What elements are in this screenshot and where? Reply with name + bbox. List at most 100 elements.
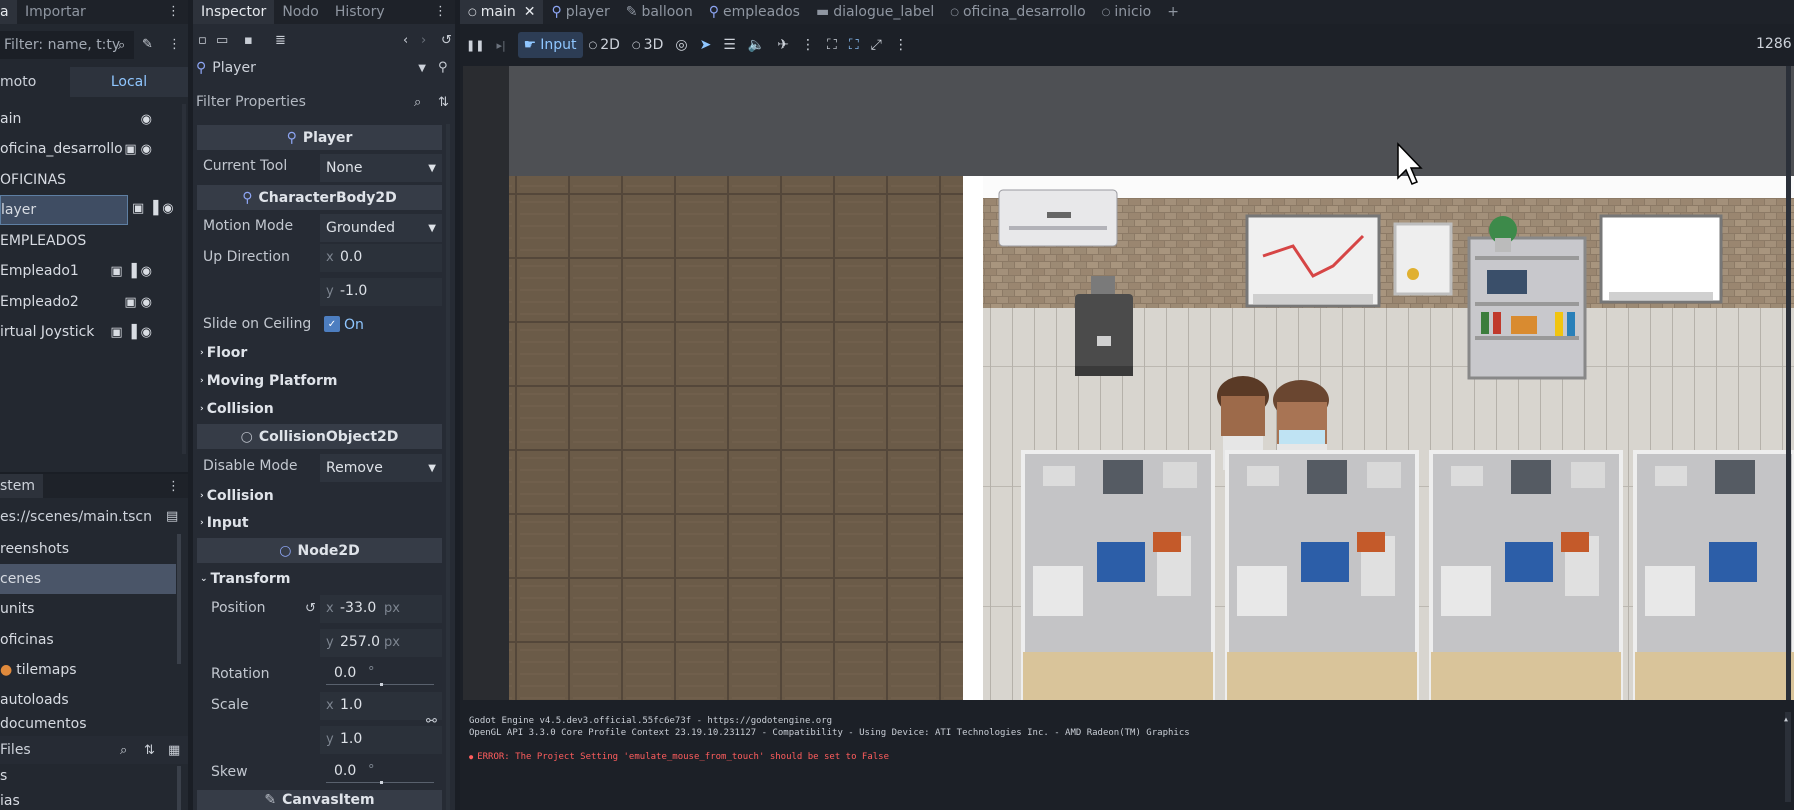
history-list-icon[interactable]: ↺ [441, 33, 452, 48]
visibility-eye-icon[interactable]: ◉ [141, 295, 152, 310]
visibility-eye-icon[interactable]: ◉ [141, 325, 152, 340]
local-tab-button[interactable]: Local [70, 67, 188, 97]
section-characterbody2d[interactable]: ⚲ CharacterBody2D [197, 185, 442, 210]
filter-properties-input[interactable]: Filter Properties [196, 94, 306, 110]
close-icon[interactable]: ✕ [524, 4, 536, 20]
input-toggle-button[interactable]: ☛ Input [517, 32, 583, 58]
position-x-field[interactable] [320, 595, 442, 623]
output-scrollbar[interactable] [1785, 712, 1791, 802]
select-tool-icon[interactable]: ➤ [694, 32, 718, 58]
slide-on-ceiling-checkbox[interactable]: ✓ [324, 316, 340, 332]
list-select-icon[interactable]: ☰ [717, 32, 742, 58]
rotation-slider-grabber[interactable] [380, 683, 383, 686]
scale-y-field[interactable] [320, 726, 442, 754]
scroll-up-icon[interactable]: ▴ [1783, 714, 1789, 725]
node-selector[interactable]: ⚲ Player ▼ [196, 55, 432, 81]
group-transform[interactable]: ⌄ Transform [197, 566, 442, 592]
clapper-icon[interactable]: ▣ [110, 325, 122, 340]
game-viewport[interactable] [463, 66, 1794, 700]
scene-filter-field[interactable]: Filter: name, t:ty [0, 31, 134, 59]
rotation-slider[interactable]: 0.0 ° [326, 665, 434, 689]
clapper-icon[interactable]: ▣ [132, 201, 144, 216]
audio-mute-icon[interactable]: 🔈 [742, 32, 771, 58]
search-icon[interactable]: ⌕ [120, 743, 127, 758]
tab-inspector[interactable]: Inspector [193, 0, 275, 24]
fullscreen-icon[interactable]: ⤢ [865, 32, 888, 58]
fs-item[interactable]: reenshots [0, 534, 188, 564]
section-player[interactable]: ⚲ Player [197, 125, 442, 150]
tree-node-virtual-joystick[interactable]: irtual Joystick ▣ ▐ ◉ [0, 317, 188, 347]
visibility-eye-icon[interactable]: ◉ [141, 264, 152, 279]
filter-properties-field[interactable]: Filter Properties [196, 89, 428, 115]
position-y-field[interactable] [320, 629, 442, 657]
script-icon[interactable]: ▐ [127, 325, 137, 340]
scene-tab-main[interactable]: ○ main ✕ [460, 0, 544, 24]
tab-nodo[interactable]: Nodo [274, 0, 327, 24]
visibility-eye-icon[interactable]: ◉ [141, 142, 152, 157]
section-canvasitem[interactable]: ✎ CanvasItem [197, 790, 442, 810]
skew-slider[interactable]: 0.0 ° [326, 763, 434, 787]
position-y-value[interactable]: 257.0 [340, 634, 380, 650]
save-resource-icon[interactable]: ▪ [244, 33, 253, 48]
history-back-icon[interactable]: ‹ [403, 33, 408, 48]
inspector-scrollbar[interactable] [446, 124, 450, 810]
files-scrollbar[interactable] [177, 766, 181, 810]
scene-tab-inicio[interactable]: ○ inicio [1094, 0, 1160, 24]
history-forward-icon[interactable]: › [421, 33, 426, 48]
tree-node-empleado2[interactable]: Empleado2 ▣ ◉ [0, 287, 188, 317]
revert-icon[interactable]: ↺ [305, 601, 316, 616]
script-filter-icon[interactable]: ✎ [142, 37, 153, 52]
fs-bottom-item[interactable]: s [0, 764, 188, 788]
3d-button[interactable]: ○ 3D [626, 32, 669, 58]
current-tool-dropdown[interactable]: None ▼ [320, 154, 442, 182]
clapper-icon[interactable]: ▣ [124, 142, 136, 157]
group-collision[interactable]: › Collision [197, 483, 442, 509]
scene-tab-dialogue-label[interactable]: ▬ dialogue_label [808, 0, 942, 24]
fs-item[interactable]: autoloads [0, 685, 188, 715]
motion-mode-dropdown[interactable]: Grounded ▼ [320, 214, 442, 242]
pause-icon[interactable]: ❚❚ [460, 32, 490, 58]
new-resource-icon[interactable]: ▫ [198, 33, 207, 48]
scene-filter-input[interactable]: Filter: name, t:ty [4, 37, 120, 53]
property-options-icon[interactable]: ⇅ [438, 95, 449, 110]
fs-item[interactable]: units [0, 594, 188, 624]
fs-path-field[interactable]: es://scenes/main.tscn [0, 504, 162, 530]
disable-mode-dropdown[interactable]: Remove ▼ [320, 454, 442, 482]
tree-node-main[interactable]: ain ◉ [0, 104, 188, 134]
group-moving-platform[interactable]: › Moving Platform [197, 368, 442, 394]
up-direction-y-field[interactable] [320, 278, 442, 306]
fit-icon[interactable]: ⛶ [843, 32, 865, 58]
options-menu-icon[interactable]: ⋮ [888, 32, 914, 58]
scene-tab-empleados[interactable]: ⚲ empleados [701, 0, 808, 24]
resource-menu-icon[interactable]: ≣ [275, 33, 286, 48]
more-menu-icon[interactable]: ⋮ [795, 32, 821, 58]
fs-item[interactable]: documentos [0, 714, 188, 734]
up-direction-x-value[interactable]: 0.0 [340, 249, 362, 265]
section-node2d[interactable]: ○ Node2D [197, 538, 442, 563]
camera-override-icon[interactable]: ◎ [669, 32, 693, 58]
scene-tab-oficina-desarrollo[interactable]: ○ oficina_desarrollo [942, 0, 1093, 24]
scene-tab-balloon[interactable]: ✎ balloon [618, 0, 701, 24]
position-x-value[interactable]: -33.0 [340, 600, 376, 616]
tree-node-oficina-desarrollo[interactable]: oficina_desarrollo ▣ ◉ [0, 134, 188, 164]
clapper-icon[interactable]: ▣ [124, 295, 136, 310]
up-direction-x-field[interactable] [320, 244, 442, 272]
fs-menu-icon[interactable]: ⋮ [167, 479, 180, 494]
fs-item[interactable]: cenes [0, 564, 176, 594]
game-scene[interactable] [463, 66, 1794, 700]
tree-node-empleados[interactable]: EMPLEADOS [0, 226, 188, 256]
camera-icon[interactable]: ✈ [771, 32, 795, 58]
split-view-icon[interactable]: ▤ [166, 509, 178, 524]
scale-x-field[interactable] [320, 692, 442, 720]
viewport-scrollbar[interactable] [1786, 66, 1791, 700]
grid-view-icon[interactable]: ▦ [168, 743, 180, 758]
object-properties-icon[interactable]: ⚲ [438, 60, 448, 75]
group-floor[interactable]: › Floor [197, 340, 442, 366]
tab-history[interactable]: History [327, 0, 393, 24]
tree-node-oficinas[interactable]: OFICINAS [0, 165, 188, 195]
group-collision[interactable]: › Collision [197, 396, 442, 422]
fs-item[interactable]: oficinas [0, 625, 188, 655]
scale-y-value[interactable]: 1.0 [340, 731, 362, 747]
visibility-eye-icon[interactable]: ◉ [141, 112, 152, 127]
visibility-eye-icon[interactable]: ◉ [162, 201, 173, 216]
